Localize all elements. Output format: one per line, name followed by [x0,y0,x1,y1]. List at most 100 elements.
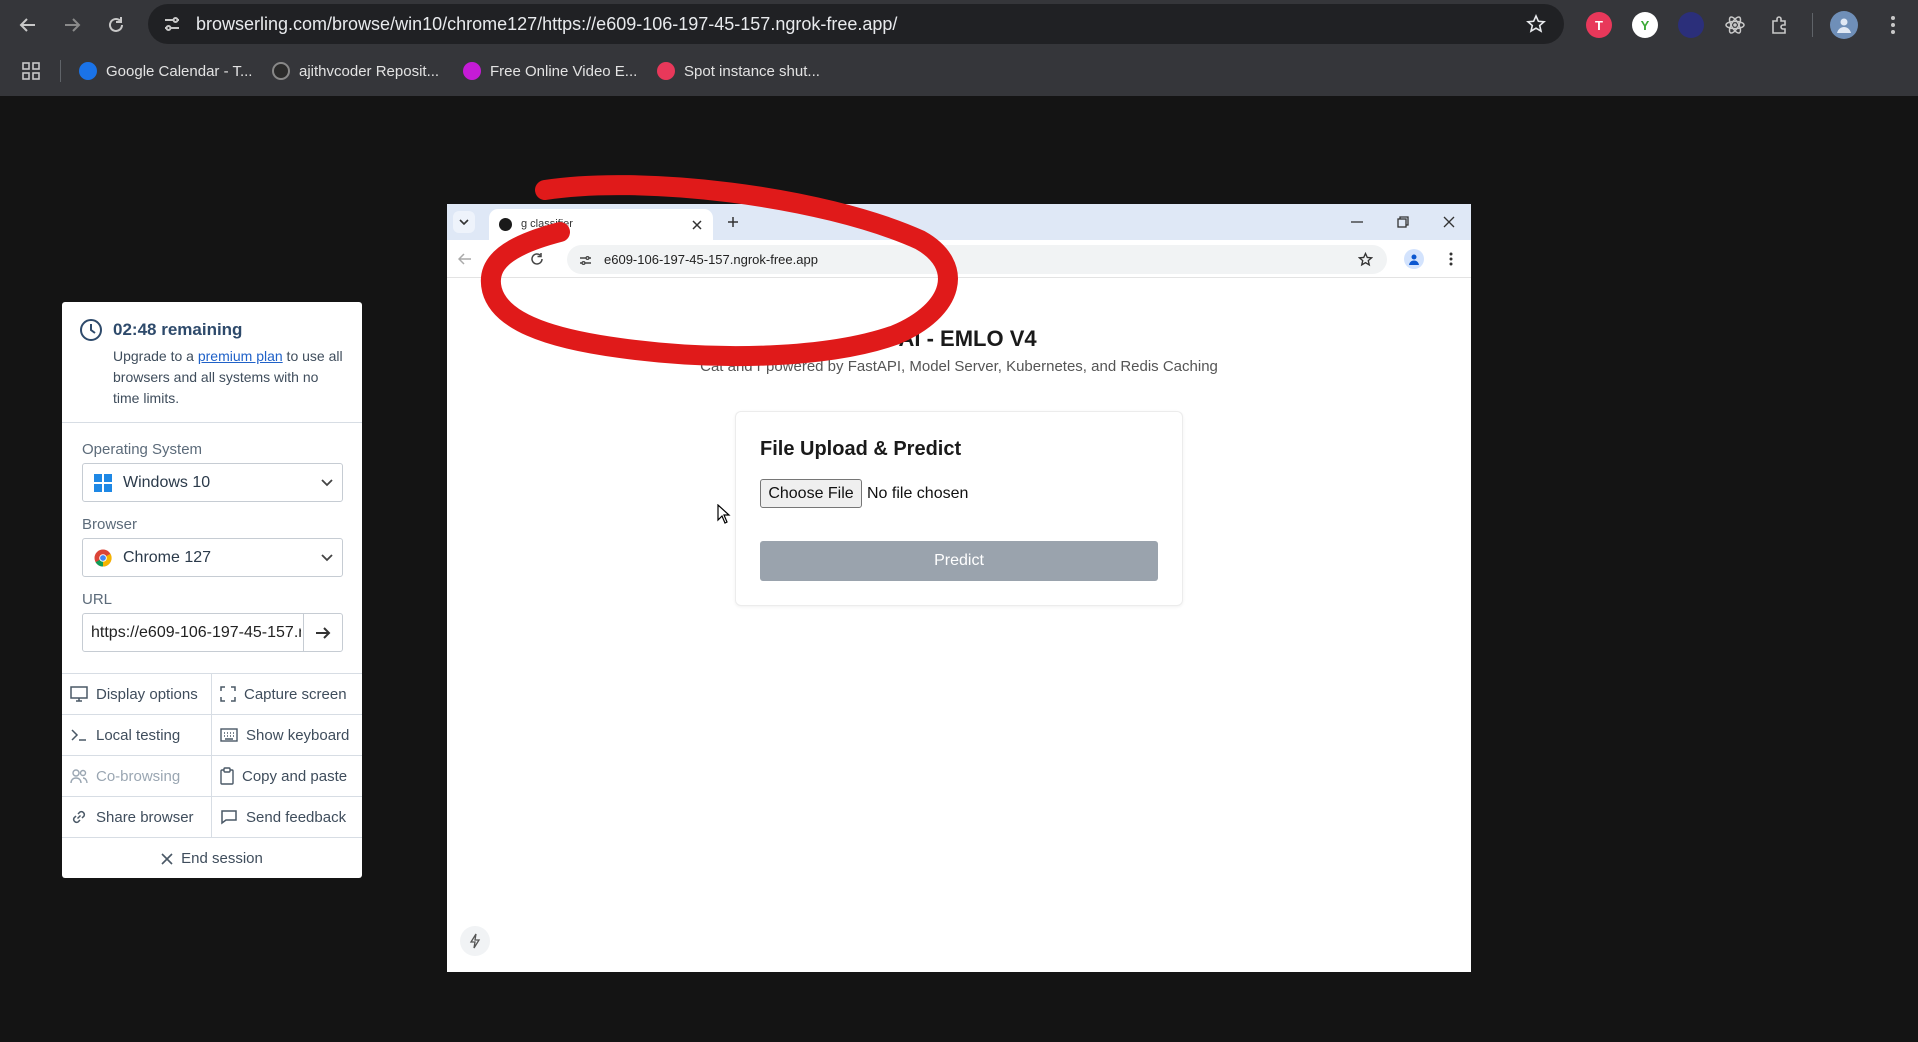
inner-menu-icon[interactable] [1441,249,1461,269]
message-icon [221,810,237,825]
url-label: URL [82,591,113,608]
local-testing-label: Local testing [96,726,181,744]
timer-section: 02:48 remaining Upgrade to a premium pla… [62,302,362,423]
profile-avatar[interactable] [1830,11,1858,39]
upgrade-text: Upgrade to a premium plan to use all bro… [113,346,348,409]
co-browsing-button[interactable]: Co-browsing [62,756,212,797]
copy-paste-button[interactable]: Copy and paste [211,756,362,797]
toolbar-divider [1812,13,1813,37]
choose-file-button[interactable]: Choose File [760,479,862,508]
link-icon [72,810,86,824]
inner-tab[interactable]: g classifier [489,209,713,240]
tab-close-icon[interactable] [689,217,704,232]
arrow-right-icon [316,626,331,639]
chrome-icon [93,548,113,568]
github-icon [272,62,290,80]
capture-screen-label: Capture screen [244,685,347,703]
tab-search-icon[interactable] [453,211,475,233]
browser-select[interactable]: Chrome 127 [82,538,343,577]
clock-icon [78,317,104,343]
inner-toolbar: e609-106-197-45-157.ngrok-free.app [447,240,1471,278]
monitor-icon [70,686,88,702]
co-browsing-label: Co-browsing [96,767,181,785]
os-select[interactable]: Windows 10 [82,463,343,502]
terminal-icon [71,729,86,741]
address-text: browserling.com/browse/win10/chrome127/h… [196,14,898,34]
inner-profile-icon[interactable] [1404,249,1424,269]
file-status: No file chosen [867,485,969,502]
premium-plan-link[interactable]: premium plan [198,348,283,364]
card-title: File Upload & Predict [760,438,962,460]
site-info-icon[interactable] [160,12,184,36]
url-input[interactable]: https://e609-106-197-45-157.ngrok-free.a… [91,614,301,651]
bookmark-video-editor[interactable]: Free Online Video E... [463,59,637,83]
inner-forward-icon[interactable] [489,249,509,269]
inner-site-info-icon[interactable] [577,252,593,268]
clipboard-icon [220,767,234,785]
menu-dots-icon[interactable] [1878,10,1908,40]
forward-icon[interactable] [56,9,88,41]
url-field: https://e609-106-197-45-157.ngrok-free.a… [82,613,343,652]
display-options-button[interactable]: Display options [62,674,212,715]
extensions-puzzle-icon[interactable] [1765,10,1795,40]
capture-icon [220,686,236,702]
browser-value: Chrome 127 [123,549,212,566]
bookmark-star-icon[interactable] [1524,12,1548,36]
session-panel: 02:48 remaining Upgrade to a premium pla… [62,302,362,878]
copy-paste-label: Copy and paste [242,767,348,785]
extension-y-icon[interactable]: Y [1632,12,1658,38]
restore-icon[interactable] [1393,212,1413,232]
send-feedback-button[interactable]: Send feedback [211,797,362,838]
share-browser-label: Share browser [96,808,194,826]
show-keyboard-button[interactable]: Show keyboard [211,715,362,756]
users-icon [70,769,88,784]
chevron-down-icon [320,551,334,565]
local-testing-button[interactable]: Local testing [62,715,212,756]
extension-t-icon[interactable]: T [1586,12,1612,38]
tab-title: g classifier [521,218,573,230]
mouse-cursor [717,503,731,529]
inner-address-bar[interactable]: e609-106-197-45-157.ngrok-free.app [567,245,1387,274]
extension-t-label: T [1595,17,1603,33]
predict-button[interactable]: Predict [760,541,1158,581]
send-feedback-label: Send feedback [246,808,347,826]
time-remaining: 02:48 remaining [113,320,243,339]
screen: browserling.com/browse/win10/chrome127/h… [0,0,1918,1042]
page-title: OAI - EMLO V4 [881,326,1037,351]
inner-star-icon[interactable] [1355,249,1375,269]
address-bar[interactable]: browserling.com/browse/win10/chrome127/h… [148,4,1564,44]
end-session-label: End session [181,850,263,867]
bolt-button[interactable] [460,926,490,956]
bookmark-github[interactable]: ajithvcoder Reposit... [272,59,439,83]
close-icon [161,852,173,865]
bolt-icon [469,933,481,949]
os-label: Operating System [82,441,203,458]
reload-icon[interactable] [100,9,132,41]
go-button[interactable] [303,614,342,651]
display-options-label: Display options [96,685,198,703]
google-calendar-icon [79,62,97,80]
os-value: Windows 10 [123,474,211,491]
new-tab-icon[interactable] [723,212,743,232]
bookmark-label: Google Calendar - T... [106,62,253,80]
extension-purple-icon[interactable] [1678,12,1704,38]
react-extension-icon[interactable] [1720,10,1750,40]
share-browser-button[interactable]: Share browser [62,797,212,838]
page-subtitle: Cat and r powered by FastAPI, Model Serv… [700,358,1218,375]
apps-grid-icon[interactable] [18,58,44,84]
bookmark-spot-instance[interactable]: Spot instance shut... [657,59,820,83]
bookmarks-divider [60,60,61,82]
remote-browser-window: g classifier e609-106-197-45-157.ngrok-f… [447,204,1471,972]
inner-back-icon[interactable] [455,249,475,269]
bookmark-google-calendar[interactable]: Google Calendar - T... [79,59,252,83]
window-close-icon[interactable] [1439,212,1459,232]
video-editor-icon [463,62,481,80]
inner-address-text: e609-106-197-45-157.ngrok-free.app [604,252,818,267]
inner-tab-bar: g classifier [447,204,1471,240]
spot-instance-icon [657,62,675,80]
inner-reload-icon[interactable] [527,249,547,269]
end-session-button[interactable]: End session [62,838,362,878]
capture-screen-button[interactable]: Capture screen [211,674,362,715]
back-icon[interactable] [12,9,44,41]
minimize-icon[interactable] [1347,212,1367,232]
